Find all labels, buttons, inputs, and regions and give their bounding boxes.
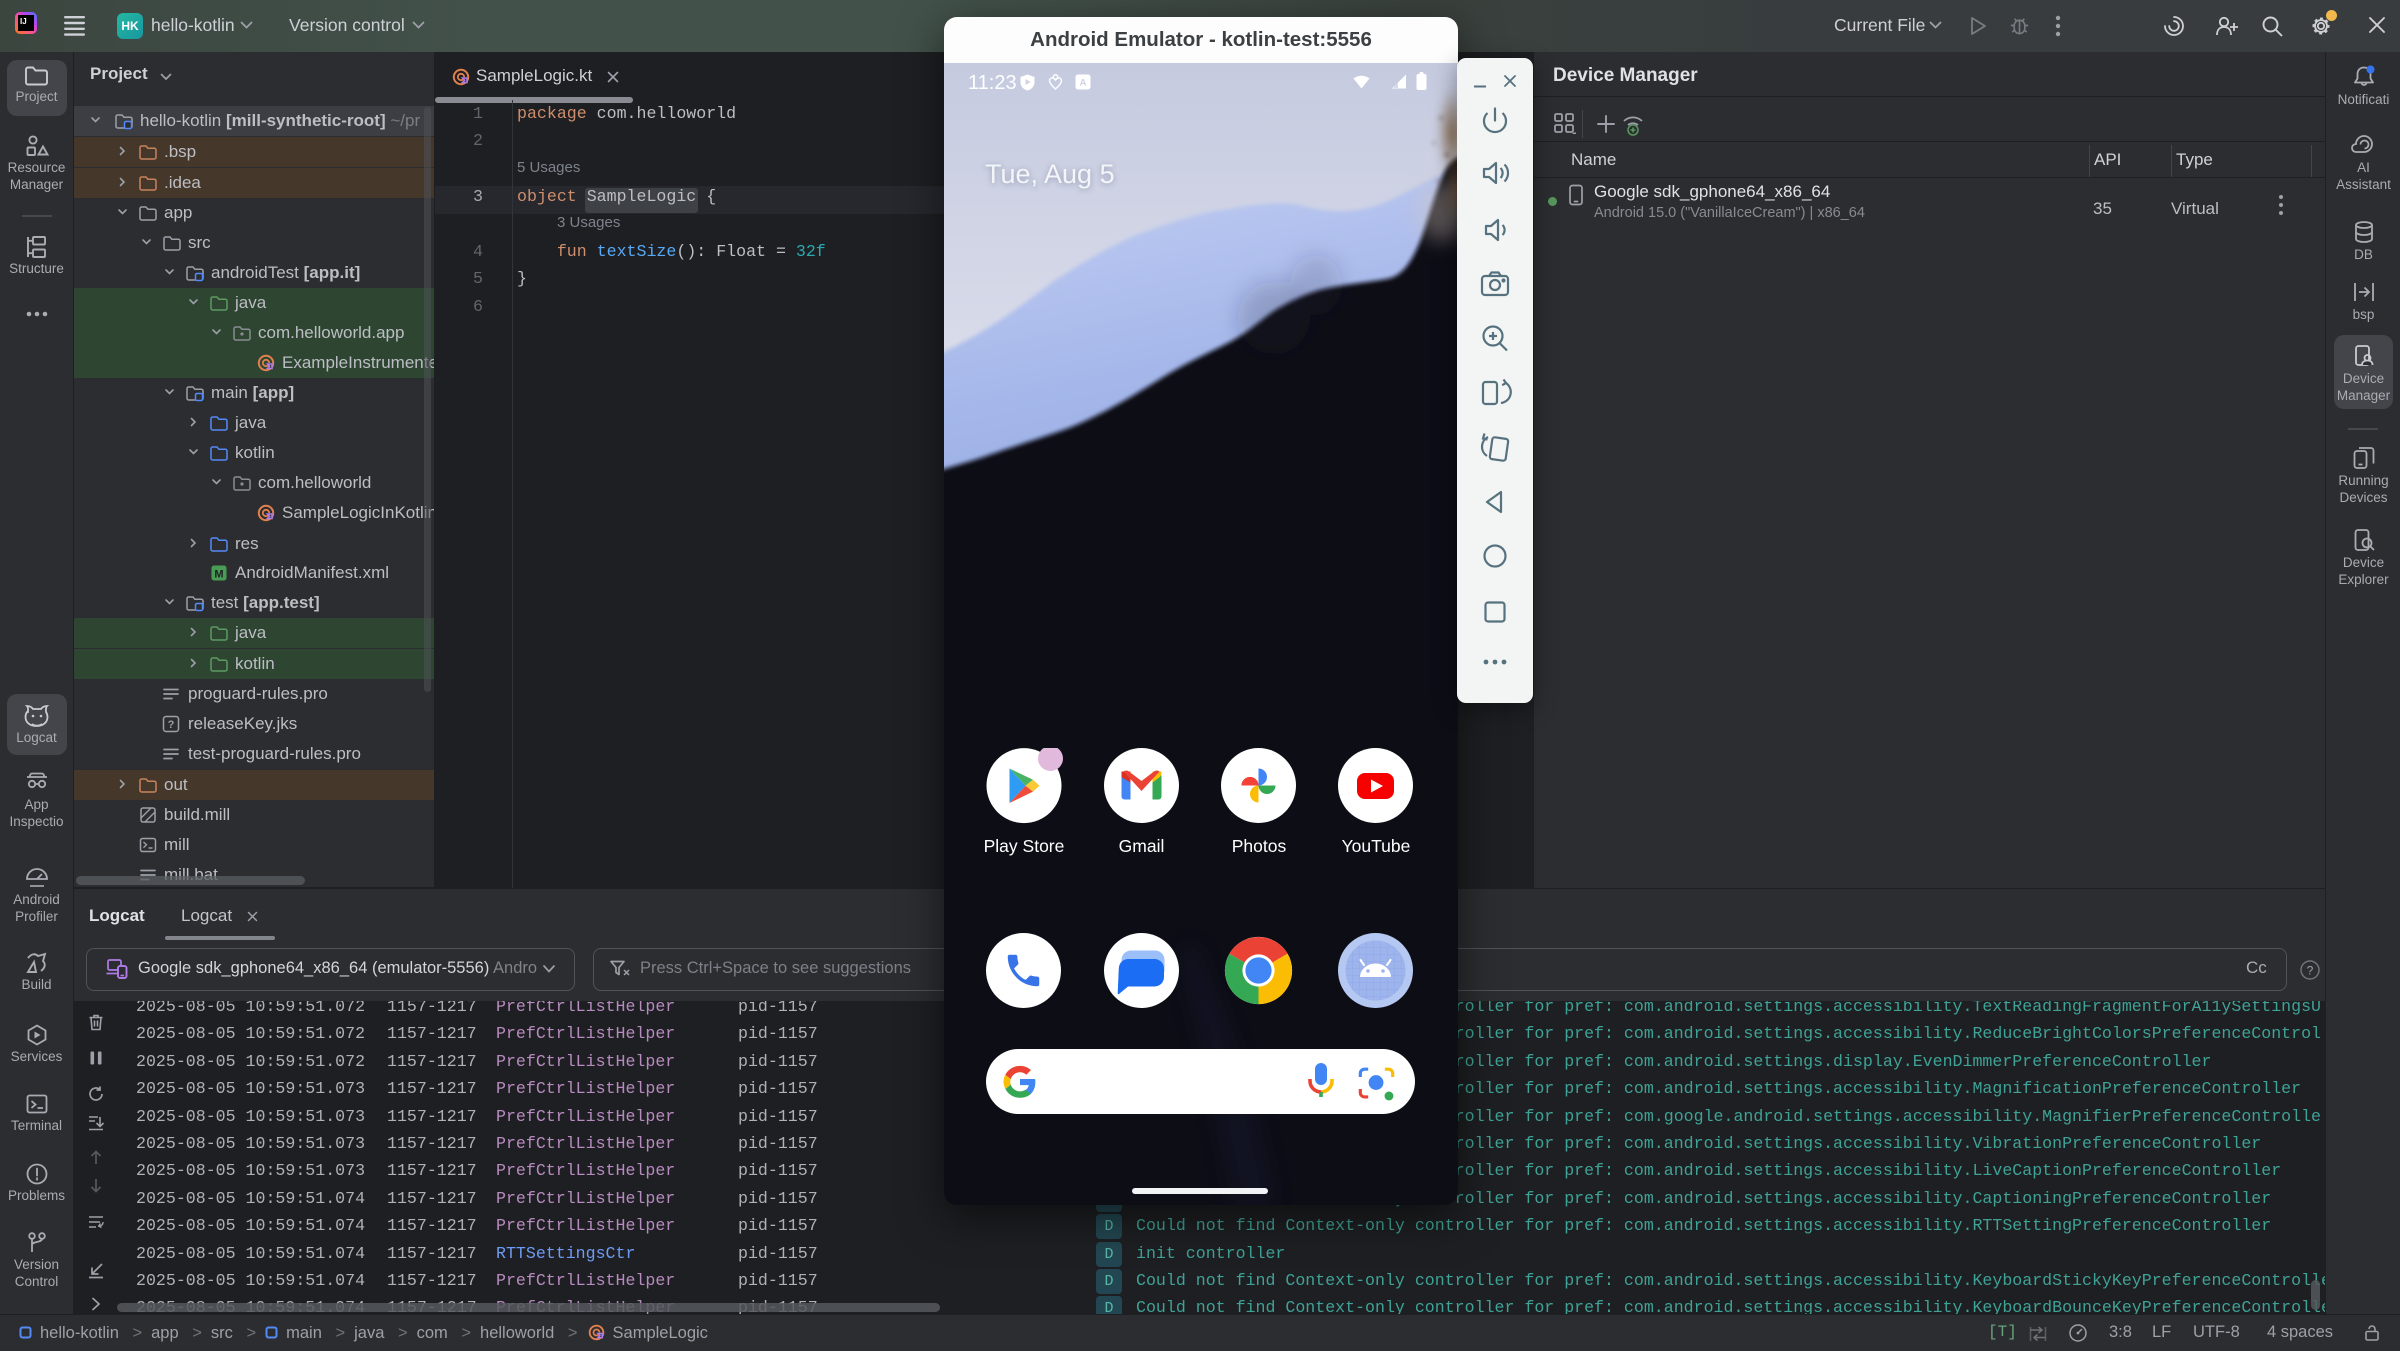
- svg-text:?: ?: [2307, 964, 2314, 978]
- svg-text:A: A: [1080, 78, 1087, 89]
